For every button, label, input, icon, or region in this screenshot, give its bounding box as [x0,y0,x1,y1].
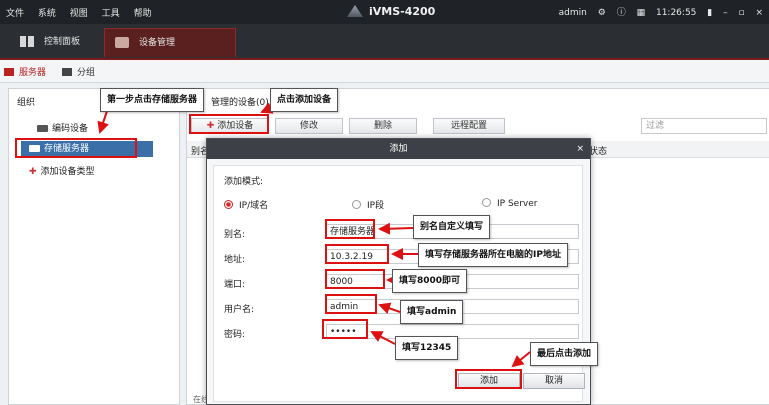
arrow-alias [378,222,414,235]
annotation-arrows [97,99,531,368]
callout-password: 填写12345 [395,336,459,360]
arrow-password [370,331,396,345]
callout-username: 填写admin [400,300,464,324]
callout-step1: 第一步点击存储服务器 [100,88,205,112]
callout-add-device: 点击添加设备 [270,88,339,112]
callout-address: 填写存储服务器所在电脑的IP地址 [418,243,568,267]
arrow-final [511,351,531,368]
callout-alias: 别名自定义填写 [413,215,491,239]
callout-final: 最后点击添加 [530,342,599,366]
arrow-username [378,302,401,314]
callout-port: 填写8000即可 [392,269,468,293]
